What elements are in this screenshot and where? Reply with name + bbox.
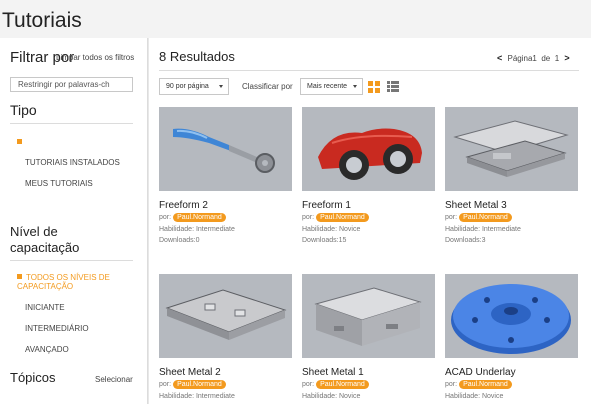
author-badge[interactable]: Paul.Normand: [316, 380, 369, 389]
skill-level: Habilidade: Intermediate: [159, 393, 235, 400]
author-row: por: Paul.Normand: [159, 380, 226, 389]
tutorial-title[interactable]: ACAD Underlay: [445, 367, 516, 378]
chevron-down-icon: [219, 85, 223, 88]
pager-prefix: Página: [507, 54, 533, 63]
author-badge[interactable]: Paul.Normand: [173, 213, 226, 222]
skill-level: Habilidade: Novice: [302, 393, 361, 400]
filter-all-levels[interactable]: TODOS OS NÍVEIS DE CAPACITAÇÃO: [17, 273, 127, 291]
by-label: por:: [445, 214, 458, 221]
pager: < Página1 de 1 >: [494, 53, 573, 63]
author-row: por: Paul.Normand: [159, 213, 226, 222]
by-label: por:: [445, 381, 458, 388]
sort-label: Classificar por: [242, 82, 293, 91]
tutorial-thumbnail[interactable]: [159, 107, 292, 191]
sort-value: Mais recente: [307, 83, 348, 90]
tutorial-title[interactable]: Sheet Metal 1: [302, 367, 364, 378]
grid-view-icon[interactable]: [368, 81, 380, 93]
by-label: por:: [302, 381, 315, 388]
tutorial-thumbnail[interactable]: [445, 274, 578, 358]
author-row: por: Paul.Normand: [302, 380, 369, 389]
sort-select[interactable]: Mais recente: [300, 78, 363, 95]
download-count: Downloads:15: [302, 237, 347, 244]
tutorial-thumbnail[interactable]: [302, 107, 435, 191]
author-badge[interactable]: Paul.Normand: [316, 213, 369, 222]
pager-separator: de: [541, 54, 551, 63]
type-divider: [10, 123, 133, 124]
clear-filters-link[interactable]: Limpar todos os filtros: [56, 53, 134, 62]
tutorial-title[interactable]: Sheet Metal 2: [159, 367, 221, 378]
results-panel: 8 Resultados < Página1 de 1 > 90 por pág…: [149, 38, 591, 404]
chevron-down-icon: [353, 85, 357, 88]
skill-level: Habilidade: Novice: [302, 226, 361, 233]
author-row: por: Paul.Normand: [302, 213, 369, 222]
skill-level: Habilidade: Intermediate: [445, 226, 521, 233]
by-label: por:: [159, 381, 172, 388]
tutorial-thumbnail[interactable]: [445, 107, 578, 191]
list-view-icon[interactable]: [387, 81, 399, 93]
pager-total: 1: [554, 54, 560, 63]
tutorial-title[interactable]: Sheet Metal 3: [445, 200, 507, 211]
page-header: Tutoriais: [0, 0, 591, 38]
author-row: por: Paul.Normand: [445, 380, 512, 389]
results-count: 8 Resultados: [159, 49, 235, 64]
topics-select-link[interactable]: Selecionar: [95, 375, 133, 384]
tutorial-title[interactable]: Freeform 1: [302, 200, 351, 211]
keyword-search-input[interactable]: [10, 77, 133, 92]
tutorial-title[interactable]: Freeform 2: [159, 200, 208, 211]
filter-sidebar: Filtrar por Limpar todos os filtros Tipo…: [0, 38, 148, 404]
per-page-value: 90 por página: [166, 83, 209, 90]
author-badge[interactable]: Paul.Normand: [173, 380, 226, 389]
author-row: por: Paul.Normand: [445, 213, 512, 222]
type-selected-marker: [17, 139, 22, 144]
filter-advanced[interactable]: AVANÇADO: [25, 345, 69, 354]
by-label: por:: [159, 214, 172, 221]
results-divider: [159, 70, 579, 71]
level-divider: [10, 260, 133, 261]
skill-level: Habilidade: Intermediate: [159, 226, 235, 233]
by-label: por:: [302, 214, 315, 221]
per-page-select[interactable]: 90 por página: [159, 78, 229, 95]
filter-my-tutorials[interactable]: MEUS TUTORIAIS: [25, 179, 93, 188]
tutorial-thumbnail[interactable]: [159, 274, 292, 358]
topics-section-title: Tópicos: [10, 370, 56, 385]
filter-installed-tutorials[interactable]: TUTORIAIS INSTALADOS: [25, 158, 120, 167]
type-section-title: Tipo: [10, 102, 37, 118]
prev-page-button[interactable]: <: [497, 53, 502, 63]
level-section-title: Nível de capacitação: [10, 224, 80, 255]
skill-level: Habilidade: Novice: [445, 393, 504, 400]
next-page-button[interactable]: >: [564, 53, 569, 63]
pager-current: 1: [532, 54, 537, 63]
author-badge[interactable]: Paul.Normand: [459, 213, 512, 222]
author-badge[interactable]: Paul.Normand: [459, 380, 512, 389]
page-title: Tutoriais: [2, 9, 82, 32]
download-count: Downloads:0: [159, 237, 200, 244]
download-count: Downloads:3: [445, 237, 486, 244]
tutorial-thumbnail[interactable]: [302, 274, 435, 358]
filter-intermediate[interactable]: INTERMEDIÁRIO: [25, 324, 89, 333]
filter-beginner[interactable]: INICIANTE: [25, 303, 65, 312]
